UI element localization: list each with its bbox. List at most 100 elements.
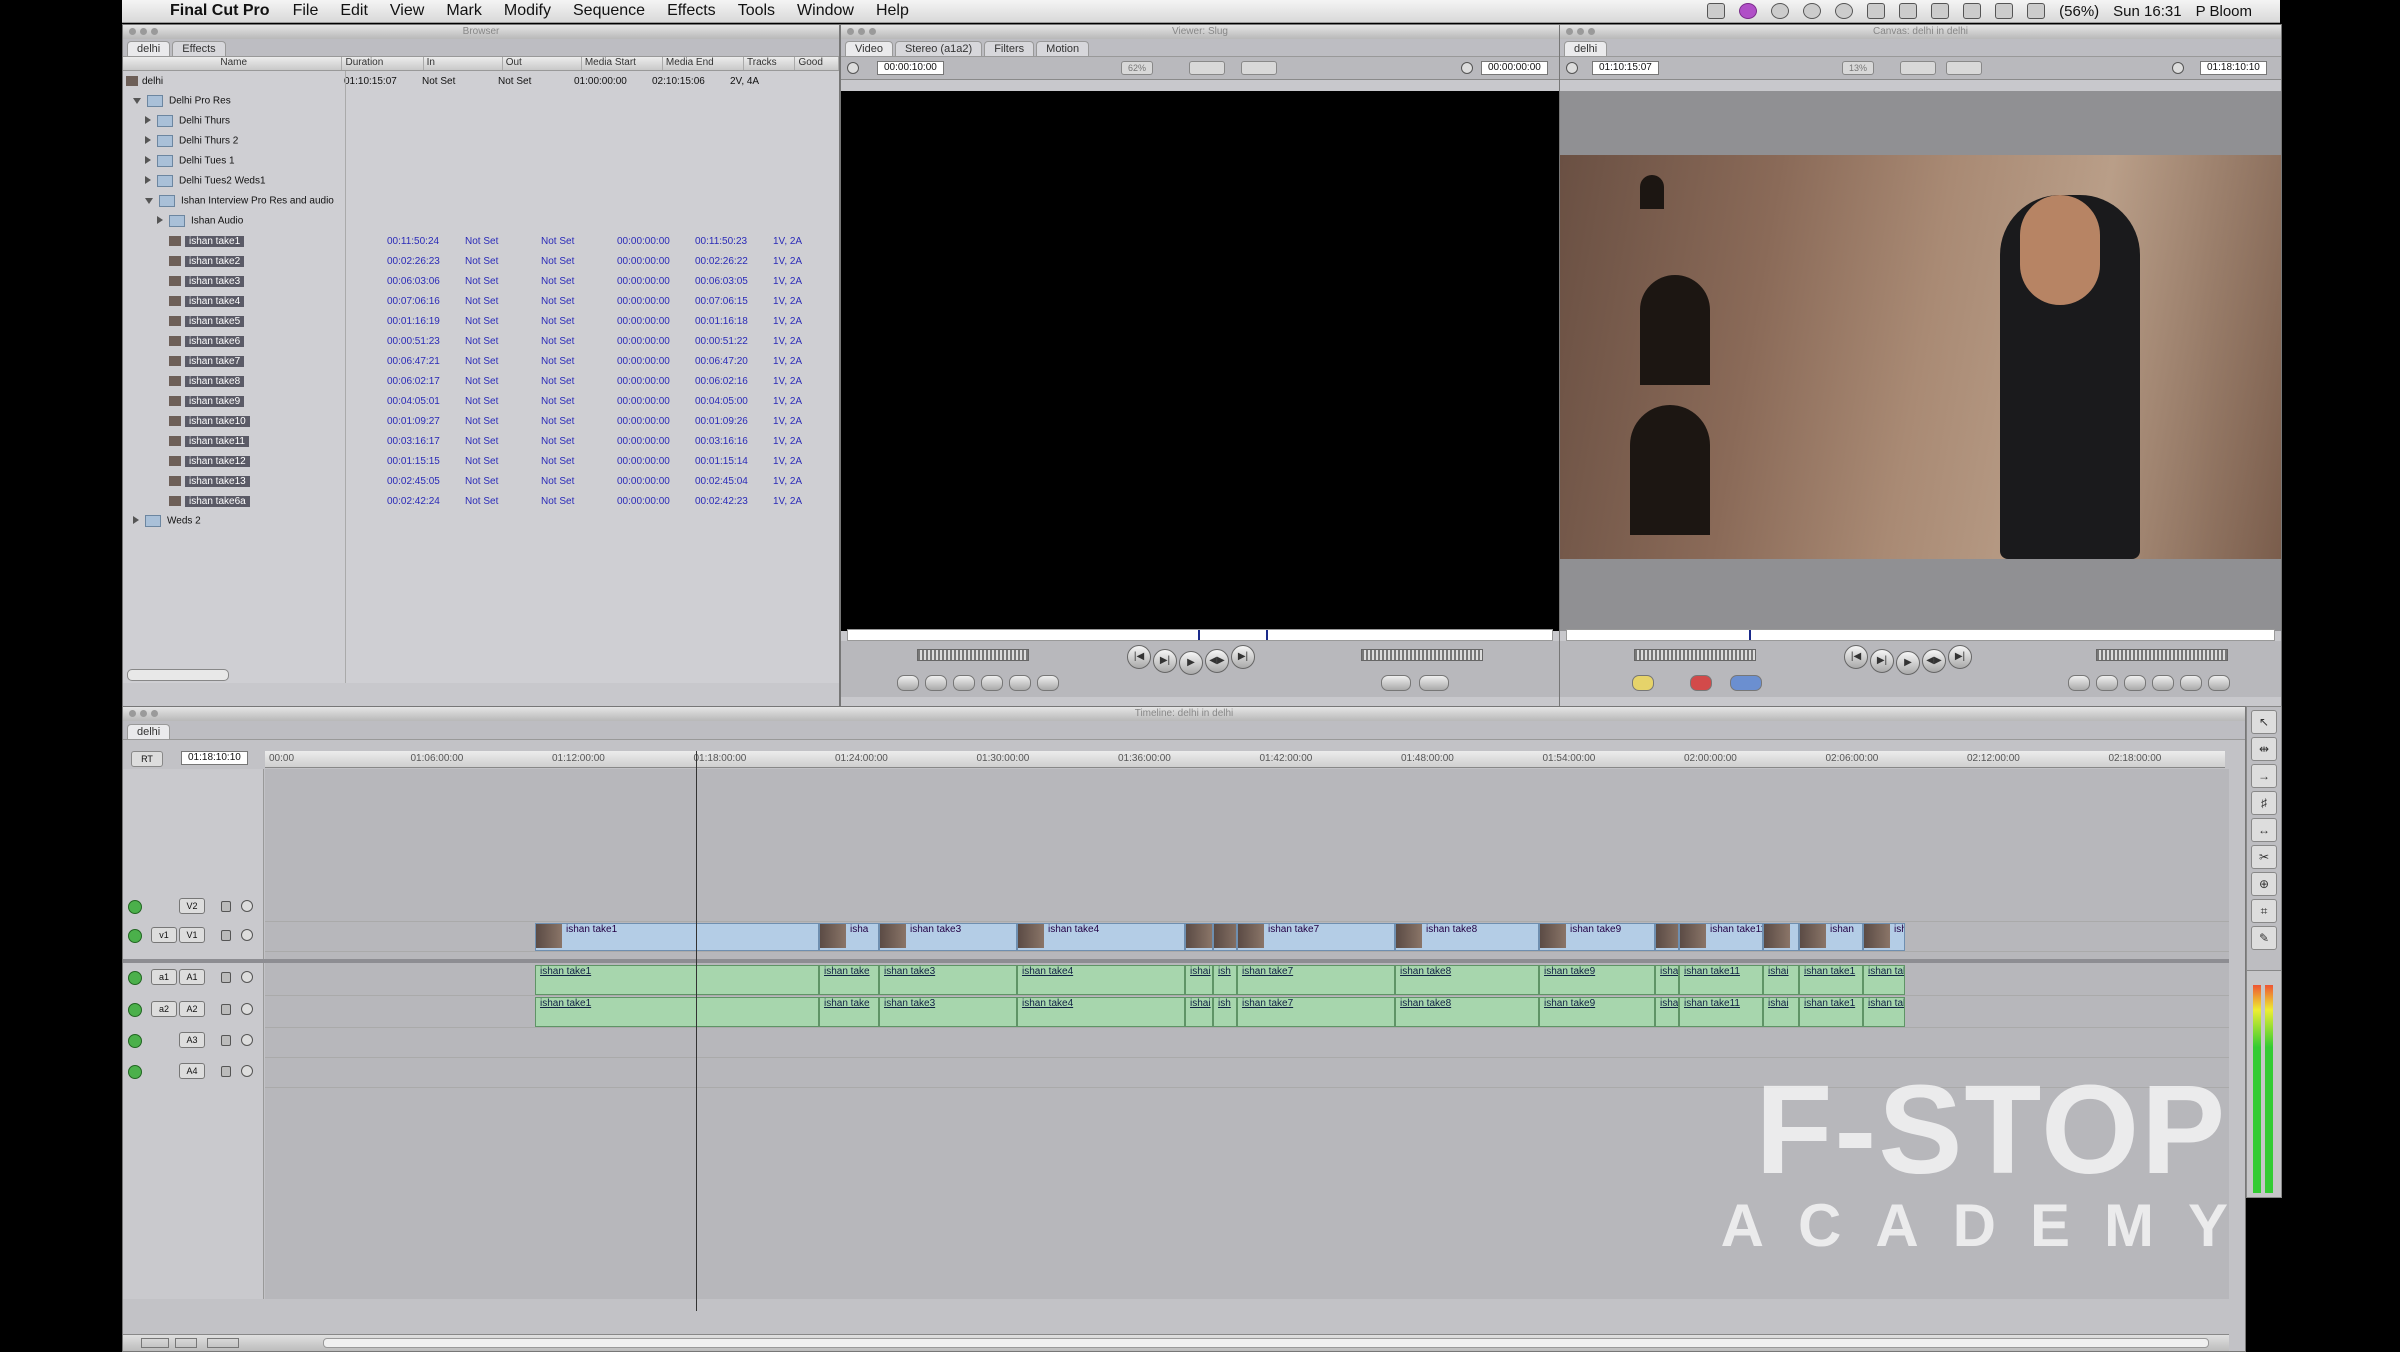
phone-status-icon[interactable]	[1771, 3, 1790, 19]
dest-track-a1[interactable]: A1	[179, 969, 205, 985]
video-clip[interactable]	[1213, 923, 1237, 951]
tab-video[interactable]: Video	[845, 41, 893, 56]
browser-titlebar[interactable]: Browser	[123, 25, 839, 39]
viewer-scrubber-bar[interactable]	[847, 629, 1553, 641]
col-good[interactable]: Good	[795, 57, 839, 70]
audio-clip[interactable]: ishai	[1185, 997, 1213, 1027]
tab-canvas-delhi[interactable]: delhi	[1564, 41, 1608, 56]
audio-clip[interactable]: ishan take	[819, 965, 879, 995]
eject-icon[interactable]	[1931, 3, 1950, 19]
match-frame-button[interactable]	[1381, 675, 1411, 691]
canvas-play-button[interactable]: ▶	[1896, 651, 1920, 675]
video-clip[interactable]: ishan take1	[535, 923, 819, 951]
tab-effects[interactable]: Effects	[172, 41, 226, 56]
viewer-duration-timecode[interactable]: 00:00:10:00	[877, 61, 944, 75]
horizontal-scrollbar[interactable]	[127, 669, 229, 681]
disclosure-closed-icon[interactable]	[145, 155, 151, 164]
timeline-ruler[interactable]: 00:00 01:06:00:00 01:12:00:00 01:18:00:00 01…	[265, 751, 2225, 768]
video-clip[interactable]: ishan take7	[1237, 923, 1395, 951]
clip-row[interactable]: ishan take10 00:01:09:27 Not Set Not Set 00:…	[123, 411, 839, 431]
audio-clip[interactable]: ishan take11	[1679, 997, 1763, 1027]
dest-track-a3[interactable]: A3	[179, 1032, 205, 1048]
overwrite-edit-button[interactable]	[1690, 675, 1712, 691]
track-v2[interactable]	[265, 891, 2229, 922]
auto-select-icon[interactable]	[241, 1034, 253, 1046]
lock-icon[interactable]	[221, 972, 231, 983]
close-dot[interactable]	[129, 710, 136, 717]
canvas-playhead[interactable]	[1749, 630, 1751, 640]
audio-clip[interactable]: ish	[1213, 965, 1237, 995]
canvas-mark-in-button[interactable]	[2068, 675, 2090, 691]
audio-clip[interactable]: ishan take1	[1799, 965, 1863, 995]
canvas-next-edit-button[interactable]: ▶|	[1948, 645, 1972, 669]
list-item[interactable]: Delhi Pro Res	[123, 91, 839, 111]
close-dot[interactable]	[847, 28, 854, 35]
video-clip[interactable]: ishan take3	[879, 923, 1017, 951]
insert-edit-button[interactable]	[1632, 675, 1654, 691]
video-clip[interactable]	[1185, 923, 1213, 951]
zoom-dot[interactable]	[151, 28, 158, 35]
track-select-tool-icon[interactable]: →	[2251, 764, 2277, 788]
disclosure-open-icon[interactable]	[145, 197, 153, 204]
audio-clip[interactable]: ishan take1	[535, 965, 819, 995]
pen-tool-icon[interactable]: ✎	[2251, 926, 2277, 950]
clock[interactable]: Sun 16:31	[2113, 3, 2181, 20]
canvas-scrubber-bar[interactable]	[1566, 629, 2275, 641]
video-clip[interactable]: ishan take9	[1539, 923, 1655, 951]
source-track-a1[interactable]: a1	[151, 969, 177, 985]
list-item[interactable]: delhi 01:10:15:07 Not Set Not Set 01:00:…	[123, 71, 839, 91]
track-a3[interactable]	[265, 1027, 2229, 1058]
time-machine-icon[interactable]	[1835, 3, 1854, 19]
canvas-play-around-button[interactable]: ◀▶	[1922, 649, 1946, 673]
track-height-control[interactable]	[141, 1338, 169, 1348]
auto-select-icon[interactable]	[241, 1065, 253, 1077]
lock-icon[interactable]	[221, 901, 231, 912]
canvas-overlay-popup[interactable]	[1946, 61, 1982, 75]
list-item[interactable]: Delhi Thurs	[123, 111, 839, 131]
disclosure-open-icon[interactable]	[133, 97, 141, 104]
mark-in-button[interactable]	[1009, 675, 1031, 691]
audio-clip[interactable]: ishan take3	[879, 997, 1017, 1027]
rt-popup[interactable]: RT	[131, 751, 163, 767]
insert-edit-button[interactable]	[897, 675, 919, 691]
tab-delhi[interactable]: delhi	[127, 41, 171, 56]
video-clip[interactable]: ishan take11	[1679, 923, 1763, 951]
dest-track-v2[interactable]: V2	[179, 898, 205, 914]
list-item[interactable]: Ishan Audio	[123, 211, 839, 231]
track-audible-a1[interactable]	[128, 971, 142, 985]
close-dot[interactable]	[129, 28, 136, 35]
play-in-to-out-button[interactable]: ▶|	[1153, 649, 1177, 673]
view-popup[interactable]	[1189, 61, 1225, 75]
menu-effects[interactable]: Effects	[667, 2, 716, 20]
auto-select-icon[interactable]	[241, 900, 253, 912]
menu-file[interactable]: File	[293, 2, 319, 20]
zoom-dot[interactable]	[1588, 28, 1595, 35]
tab-motion[interactable]: Motion	[1036, 41, 1090, 56]
tab-filters[interactable]: Filters	[984, 41, 1035, 56]
audio-clip[interactable]: ishan take1	[1799, 997, 1863, 1027]
clip-row[interactable]: ishan take9 00:04:05:01 Not Set Not Set 00:0…	[123, 391, 839, 411]
audio-clip[interactable]: ishan take1	[535, 997, 819, 1027]
video-clip[interactable]: ishan take4	[1017, 923, 1185, 951]
lock-icon[interactable]	[221, 1066, 231, 1077]
video-clip[interactable]	[1763, 923, 1799, 951]
zoom-tool-icon[interactable]: ⊕	[2251, 872, 2277, 896]
playhead[interactable]	[1198, 630, 1200, 640]
audio-clip[interactable]: ishan take3	[879, 965, 1017, 995]
canvas-view-popup[interactable]	[1900, 61, 1936, 75]
list-item[interactable]: Delhi Thurs 2	[123, 131, 839, 151]
auto-select-icon[interactable]	[241, 929, 253, 941]
source-track-a2[interactable]: a2	[151, 1001, 177, 1017]
track-audible-a3[interactable]	[128, 1034, 142, 1048]
slip-tool-icon[interactable]: ↔	[2251, 818, 2277, 842]
auto-select-icon[interactable]	[241, 1003, 253, 1015]
timeline-titlebar[interactable]: Timeline: delhi in delhi	[123, 707, 2245, 721]
col-tracks[interactable]: Tracks	[744, 57, 796, 70]
audio-clip[interactable]: ishan take7	[1237, 997, 1395, 1027]
zoom-popup[interactable]: 62%	[1121, 61, 1154, 75]
audio-clip[interactable]: ishan take11	[1679, 965, 1763, 995]
menu-mark[interactable]: Mark	[446, 2, 482, 20]
menu-help[interactable]: Help	[876, 2, 909, 20]
tab-sequence-delhi[interactable]: delhi	[127, 724, 171, 739]
jog-control[interactable]	[1361, 649, 1483, 661]
